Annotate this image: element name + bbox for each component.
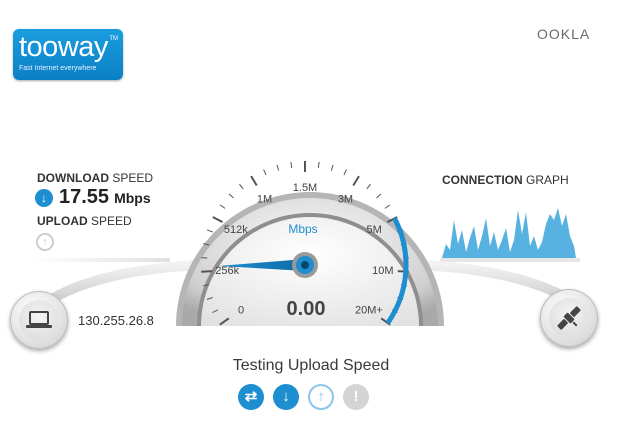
arrow-up-icon: ↑ (36, 233, 54, 251)
gauge-minor-tick (317, 161, 320, 168)
connection-graph-label: CONNECTION GRAPH (442, 173, 569, 187)
gauge-minor-tick (228, 193, 234, 199)
gauge-tick-label: 3M (338, 193, 353, 205)
connection-graph (442, 208, 576, 258)
left-shelf (28, 258, 170, 262)
gauge-tick-label: 10M (372, 265, 393, 277)
needle-hub-center (301, 261, 309, 269)
result-step-icon: ! (343, 384, 369, 410)
gauge-minor-tick (206, 229, 213, 233)
arrow-down-icon: ↓ (35, 188, 53, 207)
gauge-major-tick (250, 175, 258, 187)
gauge-minor-tick (330, 164, 334, 171)
left-cable (45, 260, 205, 305)
gauge-minor-tick (263, 169, 267, 176)
right-shelf (440, 258, 580, 262)
gauge-minor-tick (376, 193, 382, 199)
test-progress-steps: ⇄ ↓ ↑! (238, 384, 369, 410)
gauge-minor-tick (239, 183, 244, 190)
upload-step-icon: ↑ (308, 384, 334, 410)
ping-step-icon: ⇄ (238, 384, 264, 410)
laptop-icon (26, 311, 52, 328)
gauge-tick-label: 512k (224, 224, 248, 236)
gauge-major-tick (352, 175, 360, 187)
right-cable (415, 260, 575, 305)
gauge-unit-label: Mbps (288, 222, 317, 236)
download-speed-value: ↓ 17.55 Mbps (35, 186, 151, 209)
client-ip-address: 130.255.26.8 (78, 313, 154, 328)
gauge-reading: 0.00 (287, 298, 326, 320)
gauge-major-tick (201, 270, 213, 273)
test-status-text: Testing Upload Speed (232, 357, 390, 374)
server-node[interactable] (540, 289, 598, 347)
download-speed-label: DOWNLOAD SPEED (37, 171, 154, 185)
gauge-tick-label: 1.5M (293, 182, 317, 194)
client-node[interactable] (10, 291, 68, 349)
upload-speed-label: UPLOAD SPEED (37, 214, 132, 228)
satellite-icon (557, 306, 581, 330)
gauge-minor-tick (276, 164, 280, 171)
gauge-minor-tick (343, 169, 347, 176)
gauge-tick-label: 5M (367, 224, 382, 236)
gauge-tick-label: 1M (257, 193, 272, 205)
download-number: 17.55 (59, 186, 110, 208)
gauge-major-tick (212, 216, 223, 223)
gauge-minor-tick (290, 161, 293, 168)
download-step-icon: ↓ (273, 384, 299, 410)
speed-gauge: 0256k512k1M1.5M3M5M10M20M+ Mbps 0.00 (176, 161, 444, 326)
gauge-tick-label: 0 (238, 305, 244, 317)
gauge-tick-label: 20M+ (355, 305, 383, 317)
gauge-minor-tick (366, 183, 371, 190)
client-node-inner (19, 300, 59, 340)
gauge-minor-tick (219, 204, 226, 209)
gauge-minor-tick (384, 204, 391, 209)
server-node-inner (549, 298, 589, 338)
download-unit: Mbps (114, 189, 151, 206)
